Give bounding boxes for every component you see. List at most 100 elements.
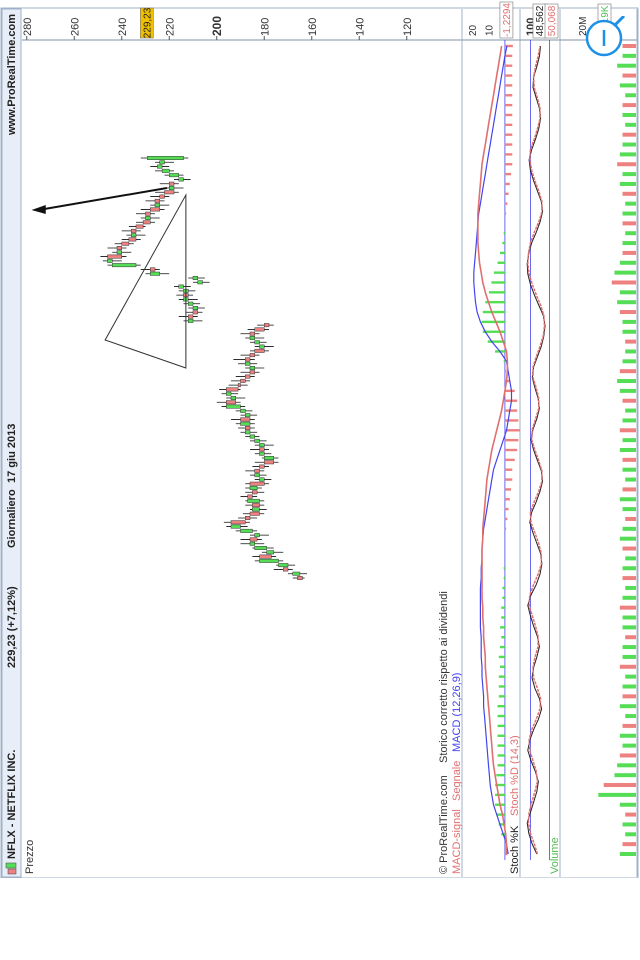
macd-histogram-bar bbox=[504, 153, 513, 156]
macd-histogram-bar bbox=[504, 369, 507, 373]
candle-body bbox=[107, 258, 113, 263]
macd-histogram-bar bbox=[495, 793, 505, 797]
candle-body bbox=[145, 216, 151, 220]
volume-bar bbox=[611, 280, 636, 285]
volume-bar bbox=[619, 753, 636, 758]
macd-histogram-bar bbox=[504, 172, 512, 176]
candle-body bbox=[121, 241, 130, 246]
candle-body bbox=[240, 408, 246, 413]
volume-bar bbox=[625, 556, 637, 561]
volume-bar bbox=[614, 773, 637, 778]
volume-bar bbox=[622, 546, 636, 551]
volume-bar bbox=[622, 112, 636, 117]
volume-bar bbox=[619, 536, 636, 541]
macd-tick-label: 10 bbox=[485, 24, 496, 36]
macd-histogram-bar bbox=[500, 626, 505, 629]
candle-body bbox=[116, 246, 122, 250]
candle-body bbox=[169, 186, 175, 190]
candle-body bbox=[245, 430, 251, 435]
volume-bar bbox=[625, 349, 637, 354]
chart-outer-frame bbox=[0, 7, 639, 879]
volume-bar bbox=[619, 369, 636, 374]
candle-body bbox=[240, 421, 251, 426]
volume-bar bbox=[622, 250, 636, 255]
candle-body bbox=[192, 310, 198, 315]
volume-bar bbox=[622, 221, 636, 226]
volume-bar bbox=[622, 526, 636, 531]
dialog-icon[interactable] bbox=[584, 16, 626, 58]
price-panel-label: Prezzo bbox=[24, 840, 36, 874]
price-tick-label: 120 bbox=[402, 18, 414, 36]
volume-bar bbox=[619, 733, 636, 738]
price-tick-label: 160 bbox=[307, 18, 319, 36]
candle-body bbox=[278, 563, 289, 568]
candle-body bbox=[226, 404, 241, 409]
candle-body bbox=[226, 391, 232, 396]
chart-svg: NFLX - NETFLIX INC. 229,23 (+7,12%) Gior… bbox=[0, 1, 639, 879]
adjust-note-text: Storico corretto rispetto ai dividendi bbox=[438, 591, 450, 763]
candle-body bbox=[150, 267, 156, 272]
candle-body bbox=[245, 361, 251, 366]
candle-body bbox=[161, 168, 170, 173]
candle-body bbox=[245, 516, 251, 520]
volume-bar bbox=[598, 792, 636, 797]
stoch-d-badge: 50,068 bbox=[547, 5, 558, 36]
macd-histogram-bar bbox=[504, 74, 513, 77]
volume-bar bbox=[622, 743, 636, 748]
candle-body bbox=[264, 456, 274, 460]
macd-histogram-bar bbox=[503, 567, 505, 570]
macd-histogram-bar bbox=[504, 527, 507, 531]
macd-histogram-bar bbox=[498, 655, 505, 659]
candle-body bbox=[254, 327, 265, 332]
candle-body bbox=[197, 280, 203, 285]
header-symbol-title: NFLX - NETFLIX INC. bbox=[6, 750, 18, 859]
macd-histogram-bar bbox=[491, 281, 505, 284]
volume-bar bbox=[622, 319, 636, 324]
volume-bar bbox=[617, 763, 637, 768]
volume-bar bbox=[625, 585, 637, 590]
candle-body bbox=[135, 224, 144, 229]
candle-body bbox=[249, 336, 255, 340]
candle-body bbox=[249, 481, 265, 486]
candle-body bbox=[188, 301, 194, 306]
volume-bar bbox=[625, 516, 637, 521]
macd-histogram-bar bbox=[501, 616, 505, 619]
candle-body bbox=[145, 211, 151, 216]
macd-histogram-bar bbox=[497, 754, 505, 757]
macd-segnale-label: Segnale bbox=[451, 761, 463, 801]
candle-body bbox=[154, 198, 160, 203]
candle-body bbox=[264, 323, 270, 328]
candle-body bbox=[252, 507, 260, 512]
price-tick-label: 280 bbox=[22, 18, 34, 36]
rotated-chart: NFLX - NETFLIX INC. 229,23 (+7,12%) Gior… bbox=[0, 0, 640, 879]
volume-bar bbox=[622, 329, 636, 334]
volume-bar bbox=[614, 270, 637, 275]
candle-body bbox=[259, 558, 279, 563]
macd-histogram-bar bbox=[501, 606, 505, 609]
macd-histogram-bar bbox=[504, 517, 508, 521]
candle-body bbox=[254, 546, 267, 550]
macd-histogram-bar bbox=[504, 438, 519, 442]
macd-histogram-bar bbox=[504, 419, 519, 422]
volume-bar bbox=[619, 802, 636, 807]
macd-histogram-bar bbox=[504, 498, 510, 501]
macd-value-badge: -1,2294 bbox=[502, 3, 513, 37]
candle-body bbox=[249, 331, 255, 336]
price-tick-label: 240 bbox=[117, 18, 129, 36]
macd-histogram-bar bbox=[503, 360, 505, 363]
volume-bar bbox=[625, 812, 637, 817]
candle-body bbox=[226, 400, 236, 405]
volume-bar bbox=[625, 122, 637, 127]
candle-body bbox=[240, 417, 251, 422]
stoch-k-badge: 48,562 bbox=[535, 5, 546, 36]
candle-body bbox=[150, 207, 160, 212]
volume-bar bbox=[619, 852, 636, 856]
candle-body bbox=[252, 503, 260, 508]
volume-bar bbox=[622, 398, 636, 403]
volume-bar bbox=[622, 211, 636, 216]
price-tick-label: 140 bbox=[354, 18, 366, 36]
candle-body bbox=[188, 318, 194, 323]
macd-histogram-bar bbox=[504, 458, 515, 462]
macd-histogram-bar bbox=[504, 409, 518, 412]
volume-bar bbox=[625, 674, 637, 679]
